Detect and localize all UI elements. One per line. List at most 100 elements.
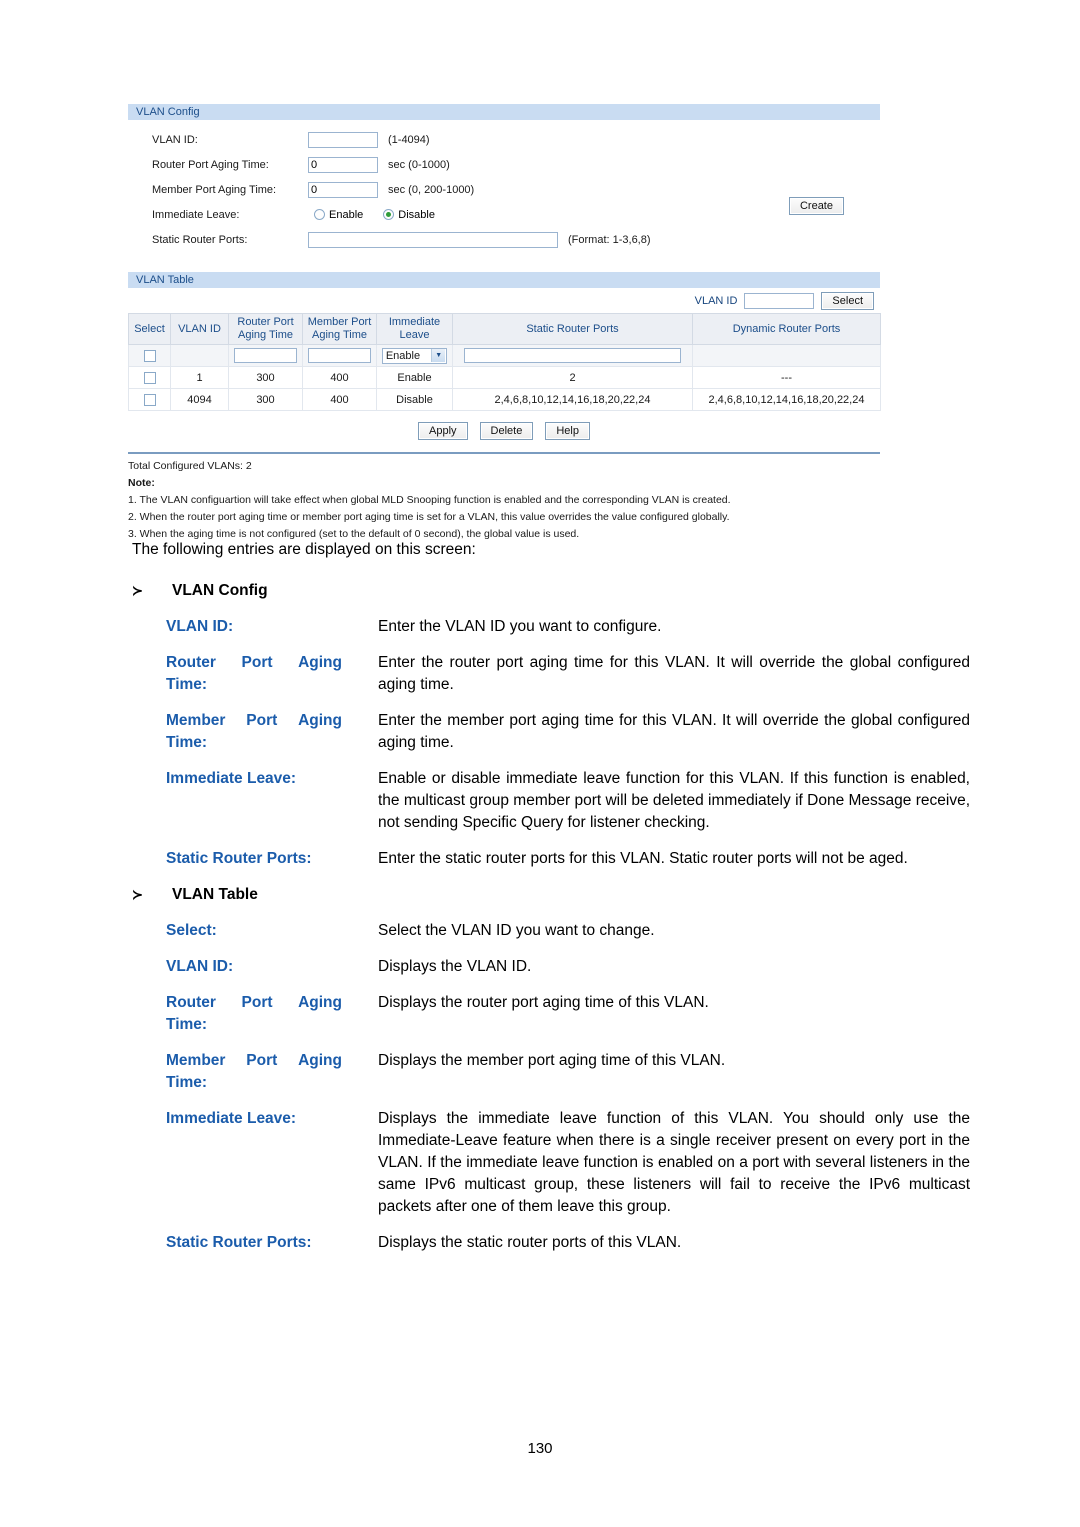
static-router-ports-hint: (Format: 1-3,6,8) xyxy=(568,233,651,246)
vlan-search-input[interactable] xyxy=(744,293,815,309)
row-vlan-id: 4094 xyxy=(170,388,229,411)
definition-table-immediate-leave: Immediate Leave: Displays the immediate … xyxy=(132,1108,970,1218)
chevron-down-icon[interactable]: ▼ xyxy=(431,349,446,362)
term-label: Static Router Ports: xyxy=(166,1234,312,1251)
term-label: Member Port Aging Time: xyxy=(132,1050,378,1094)
row-member-aging: 400 xyxy=(302,366,377,389)
term-label: VLAN ID: xyxy=(166,618,234,635)
edit-immediate-leave-select[interactable]: Enable ▼ xyxy=(381,347,448,364)
edit-row-member-aging-cell xyxy=(302,344,377,367)
term-word: Port xyxy=(246,1052,278,1069)
row-router-aging: 300 xyxy=(228,388,303,411)
router-port-aging-input[interactable] xyxy=(308,156,378,173)
create-button[interactable]: Create xyxy=(788,197,844,215)
edit-static-router-ports-input[interactable] xyxy=(464,348,681,363)
immediate-leave-enable-option[interactable]: Enable xyxy=(314,209,377,221)
vlan-config-form: VLAN ID: (1-4094) Router Port Aging Time… xyxy=(128,121,880,258)
row-select-cell xyxy=(128,366,171,389)
checkbox-select-all[interactable] xyxy=(143,349,156,362)
radio-disable-icon[interactable] xyxy=(383,209,395,220)
checkbox-row-1[interactable] xyxy=(143,371,156,384)
bullet-arrow-icon: ≻ xyxy=(132,887,143,902)
table-row[interactable]: 1 300 400 Enable 2 --- xyxy=(128,366,881,389)
term-description: Displays the router port aging time of t… xyxy=(378,994,709,1011)
horizontal-divider xyxy=(128,452,880,454)
table-row[interactable]: 4094 300 400 Disable 2,4,6,8,10,12,14,16… xyxy=(128,388,881,411)
definition-table-member-port-aging-time: Member Port Aging Time: Displays the mem… xyxy=(132,1050,970,1094)
term-word: Member xyxy=(166,1052,226,1069)
col-header-select: Select xyxy=(128,313,171,345)
term-description: Enter the member port aging time for thi… xyxy=(378,712,970,751)
definition-member-port-aging-time: Member Port Aging Time: Enter the member… xyxy=(132,710,970,754)
radio-enable-icon[interactable] xyxy=(314,209,325,220)
term-description: Enable or disable immediate leave functi… xyxy=(378,770,970,831)
definition-select: Select: Select the VLAN ID you want to c… xyxy=(132,920,970,942)
edit-router-aging-input[interactable] xyxy=(233,348,298,363)
vlan-id-input[interactable] xyxy=(308,131,378,148)
vlan-table-panel: VLAN Table VLAN ID Select Select VLAN ID xyxy=(128,272,881,543)
apply-button[interactable]: Apply xyxy=(418,422,468,440)
note-item-1: 1. The VLAN configuartion will take effe… xyxy=(128,494,731,506)
vlan-table-search-bar: VLAN ID Select xyxy=(128,289,880,313)
col-header-static-router-ports: Static Router Ports xyxy=(452,313,693,345)
router-port-aging-hint: sec (0-1000) xyxy=(388,158,450,171)
section-heading-vlan-table: ≻ VLAN Table xyxy=(132,886,970,904)
edit-immediate-leave-value: Enable xyxy=(385,349,421,362)
member-port-aging-input[interactable] xyxy=(308,181,378,198)
term-word: Aging xyxy=(298,654,342,671)
immediate-leave-row: Immediate Leave: Enable Disable xyxy=(128,202,880,227)
definition-vlan-id: VLAN ID: Enter the VLAN ID you want to c… xyxy=(132,616,970,638)
vlan-search-label: VLAN ID xyxy=(694,295,738,307)
col-header-vlan-id: VLAN ID xyxy=(170,313,229,345)
row-select-cell xyxy=(128,388,171,411)
delete-button[interactable]: Delete xyxy=(479,422,534,440)
vlan-table-definitions: Select: Select the VLAN ID you want to c… xyxy=(132,920,970,1254)
term-word: Router xyxy=(166,994,216,1011)
row-vlan-id: 1 xyxy=(170,366,229,389)
term-label: Router Port Aging Time: xyxy=(132,992,378,1036)
row-router-aging: 300 xyxy=(228,366,303,389)
col-header-member-port-aging-time: Member Port Aging Time xyxy=(302,313,377,345)
edit-row-select-cell xyxy=(128,344,171,367)
term-word: Member xyxy=(166,712,226,729)
static-router-ports-input[interactable] xyxy=(308,231,558,248)
term-label: VLAN ID: xyxy=(166,958,234,975)
edit-row-static-router-ports-cell xyxy=(452,344,693,367)
row-immediate-leave: Enable xyxy=(376,366,453,389)
help-button[interactable]: Help xyxy=(545,422,590,440)
definition-immediate-leave: Immediate Leave: Enable or disable immed… xyxy=(132,768,970,834)
vlan-id-row: VLAN ID: (1-4094) xyxy=(128,127,880,152)
term-label: Immediate Leave: xyxy=(166,1110,297,1127)
col-header-immediate-leave: Immediate Leave xyxy=(376,313,453,345)
static-router-ports-row: Static Router Ports: (Format: 1-3,6,8) xyxy=(128,227,880,252)
term-word: Aging xyxy=(298,712,342,729)
vlan-config-panel-title: VLAN Config xyxy=(128,104,880,121)
term-label: Static Router Ports: xyxy=(166,850,312,867)
term-description: Displays the member port aging time of t… xyxy=(378,1052,726,1069)
term-word: Time: xyxy=(166,1016,208,1033)
row-member-aging: 400 xyxy=(302,388,377,411)
term-description: Enter the VLAN ID you want to configure. xyxy=(378,618,662,635)
row-static-router-ports: 2 xyxy=(452,366,693,389)
section-heading-vlan-config: ≻ VLAN Config xyxy=(132,582,970,600)
row-dynamic-router-ports: 2,4,6,8,10,12,14,16,18,20,22,24 xyxy=(692,388,881,411)
edit-member-aging-input[interactable] xyxy=(307,348,372,363)
edit-row-immediate-leave-cell: Enable ▼ xyxy=(376,344,453,367)
vlan-table-footer: Total Configured VLANs: 2 Note: 1. The V… xyxy=(128,458,880,543)
term-label: Immediate Leave: xyxy=(166,770,297,787)
immediate-leave-disable-label: Disable xyxy=(398,208,435,221)
immediate-leave-disable-option[interactable]: Disable xyxy=(383,209,449,221)
term-description: Displays the VLAN ID. xyxy=(378,958,532,975)
device-web-ui-screenshot: VLAN Config VLAN ID: (1-4094) Router Por… xyxy=(128,104,881,543)
term-label: Member Port Aging Time: xyxy=(132,710,378,754)
vlan-table: Select VLAN ID Router Port Aging Time Me… xyxy=(128,313,881,411)
definition-router-port-aging-time: Router Port Aging Time: Enter the router… xyxy=(132,652,970,696)
checkbox-row-4094[interactable] xyxy=(143,393,156,406)
router-port-aging-row: Router Port Aging Time: sec (0-1000) xyxy=(128,152,880,177)
select-button[interactable]: Select xyxy=(821,292,874,310)
document-body: The following entries are displayed on t… xyxy=(132,540,970,1270)
vlan-id-label: VLAN ID: xyxy=(152,133,198,146)
term-word: Aging xyxy=(298,1052,342,1069)
row-dynamic-router-ports: --- xyxy=(692,366,881,389)
section-heading-text: VLAN Table xyxy=(172,886,258,903)
